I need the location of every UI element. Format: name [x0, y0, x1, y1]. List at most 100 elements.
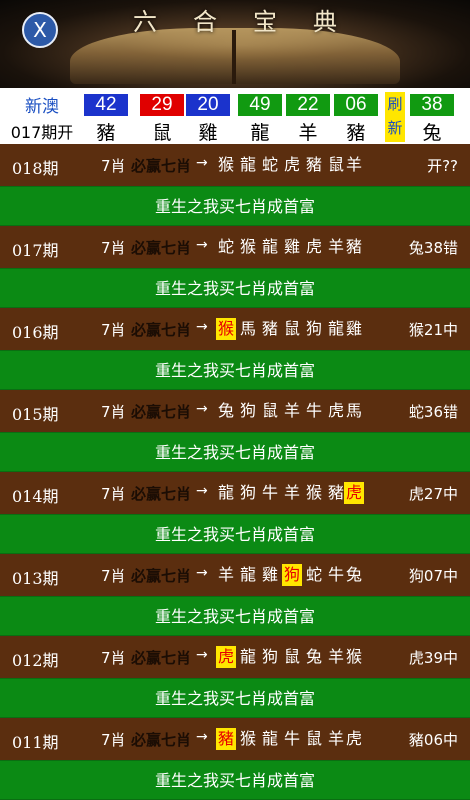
prediction-result: 豬06中	[408, 731, 458, 749]
prediction-result: 虎27中	[408, 485, 458, 503]
zodiac-pick: 羊	[327, 237, 344, 256]
zodiac-pick: 猴	[216, 318, 236, 340]
prediction-tag: 必赢七肖	[131, 157, 192, 175]
zodiac-pick: 雞	[283, 237, 300, 256]
draw-period: 017期开	[10, 123, 74, 142]
slogan-banner[interactable]: 重生之我买七肖成首富	[0, 760, 470, 800]
zodiac-pick: 豬	[261, 319, 278, 338]
zodiac-pick: 虎	[216, 646, 236, 668]
ball-number: 42	[84, 94, 128, 116]
zodiac-pick: 兔	[217, 401, 234, 420]
prediction-result: 狗07中	[408, 567, 458, 585]
ball-number: 20	[186, 94, 230, 116]
header-banner: 六合宝典 X	[0, 0, 470, 88]
zodiac-count: 7肖	[101, 239, 126, 257]
arrow-icon: →	[196, 237, 208, 253]
zodiac-pick: 龍	[239, 565, 256, 584]
prediction-tag: 必赢七肖	[131, 321, 192, 339]
zodiac-count: 7肖	[101, 649, 126, 667]
prediction-row[interactable]: 014期 7肖 必赢七肖 → 龍狗牛羊猴豬虎 虎27中	[0, 472, 470, 514]
prediction-tag: 必赢七肖	[131, 567, 192, 585]
ball-number: 06	[334, 94, 378, 116]
arrow-icon: →	[196, 565, 208, 581]
prediction-row[interactable]: 016期 7肖 必赢七肖 → 猴馬豬鼠狗龍雞 猴21中	[0, 308, 470, 350]
issue-number: 018期	[12, 159, 59, 178]
prediction-result: 虎39中	[408, 649, 458, 667]
zodiac-pick: 狗	[305, 319, 322, 338]
zodiac-pick: 猴	[217, 155, 234, 174]
prediction-tag: 必赢七肖	[131, 403, 192, 421]
prediction-row[interactable]: 012期 7肖 必赢七肖 → 虎龍狗鼠兔羊猴 虎39中	[0, 636, 470, 678]
zodiac-pick: 羊	[283, 401, 300, 420]
zodiac-pick: 猴	[239, 237, 256, 256]
zodiac-pick: 狗	[282, 564, 302, 586]
slogan-banner[interactable]: 重生之我买七肖成首富	[0, 350, 470, 390]
refresh-label: 刷新	[387, 95, 403, 137]
zodiac-pick: 蛇	[261, 155, 278, 174]
prediction-result: 蛇36错	[408, 403, 458, 421]
zodiac-pick: 雞	[261, 565, 278, 584]
zodiac-pick: 鼠	[305, 729, 322, 748]
zodiac-pick: 牛	[327, 565, 344, 584]
zodiac-pick: 猴	[239, 729, 256, 748]
zodiac-pick: 雞	[345, 319, 362, 338]
zodiac-pick: 兔	[305, 647, 322, 666]
zodiac-pick: 蛇	[217, 237, 234, 256]
close-button[interactable]: X	[22, 12, 58, 48]
slogan-banner[interactable]: 重生之我买七肖成首富	[0, 186, 470, 226]
zodiac-pick: 羊	[327, 729, 344, 748]
zodiac-count: 7肖	[101, 731, 126, 749]
prediction-result: 开??	[427, 157, 458, 175]
zodiac-pick: 羊	[217, 565, 234, 584]
arrow-icon: →	[196, 155, 208, 171]
prediction-row[interactable]: 017期 7肖 必赢七肖 → 蛇猴龍雞虎羊豬 兔38错	[0, 226, 470, 268]
issue-number: 015期	[12, 405, 59, 424]
prediction-row[interactable]: 013期 7肖 必赢七肖 → 羊龍雞狗蛇牛兔 狗07中	[0, 554, 470, 596]
slogan-banner[interactable]: 重生之我买七肖成首富	[0, 514, 470, 554]
issue-number: 017期	[12, 241, 59, 260]
zodiac-pick: 猴	[305, 483, 322, 502]
zodiac-pick: 蛇	[305, 565, 322, 584]
slogan-banner[interactable]: 重生之我买七肖成首富	[0, 596, 470, 636]
zodiac-pick: 牛	[305, 401, 322, 420]
zodiac-pick: 虎	[305, 237, 322, 256]
prediction-tag: 必赢七肖	[131, 649, 192, 667]
zodiac-pick: 狗	[261, 647, 278, 666]
ball-number: 29	[140, 94, 184, 116]
issue-number: 013期	[12, 569, 59, 588]
ball-number: 49	[238, 94, 282, 116]
ball-zodiac: 雞	[198, 122, 218, 144]
prediction-result: 猴21中	[408, 321, 458, 339]
zodiac-count: 7肖	[101, 567, 126, 585]
zodiac-pick: 豬	[216, 728, 236, 750]
zodiac-pick: 豬	[305, 155, 322, 174]
ball-number: 38	[410, 94, 454, 116]
zodiac-pick: 虎	[283, 155, 300, 174]
zodiac-pick: 龍	[217, 483, 234, 502]
zodiac-pick: 兔	[345, 565, 362, 584]
issue-number: 011期	[12, 733, 59, 752]
zodiac-pick: 豬	[345, 237, 362, 256]
prediction-row[interactable]: 011期 7肖 必赢七肖 → 豬猴龍牛鼠羊虎 豬06中	[0, 718, 470, 760]
zodiac-pick: 羊	[327, 647, 344, 666]
prediction-row[interactable]: 018期 7肖 必赢七肖 → 猴龍蛇虎豬鼠羊 开??	[0, 144, 470, 186]
prediction-tag: 必赢七肖	[131, 731, 192, 749]
arrow-icon: →	[196, 401, 208, 417]
zodiac-pick: 鼠	[283, 647, 300, 666]
prediction-row[interactable]: 015期 7肖 必赢七肖 → 兔狗鼠羊牛虎馬 蛇36错	[0, 390, 470, 432]
zodiac-pick: 龍	[239, 155, 256, 174]
prediction-tag: 必赢七肖	[131, 239, 192, 257]
zodiac-pick: 狗	[239, 483, 256, 502]
refresh-button[interactable]: 刷新	[385, 92, 405, 142]
slogan-banner[interactable]: 重生之我买七肖成首富	[0, 268, 470, 308]
arrow-icon: →	[196, 483, 208, 499]
zodiac-pick: 鼠	[283, 319, 300, 338]
prediction-list: 018期 7肖 必赢七肖 → 猴龍蛇虎豬鼠羊开?? 重生之我买七肖成首富 017期 7肖 必赢七…	[0, 144, 470, 800]
ball-zodiac: 兔	[422, 122, 442, 144]
slogan-banner[interactable]: 重生之我买七肖成首富	[0, 432, 470, 472]
zodiac-pick: 牛	[283, 729, 300, 748]
zodiac-pick: 鼠	[327, 155, 344, 174]
zodiac-pick: 猴	[345, 647, 362, 666]
slogan-banner[interactable]: 重生之我买七肖成首富	[0, 678, 470, 718]
zodiac-pick: 馬	[345, 401, 362, 420]
